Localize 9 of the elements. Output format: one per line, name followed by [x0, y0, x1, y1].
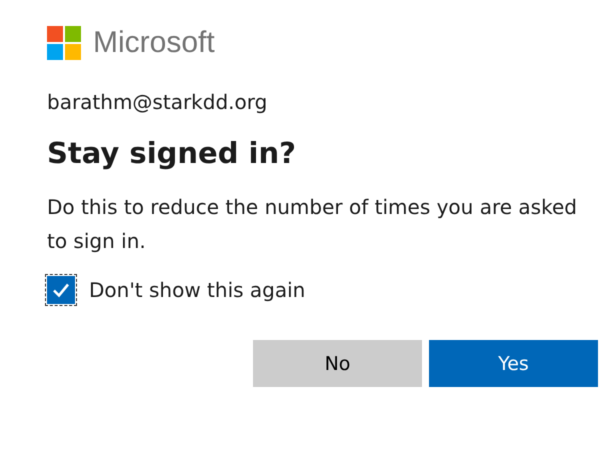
logo-icon — [47, 26, 81, 60]
description-text: Do this to reduce the number of times you are asked to sign in. — [47, 194, 578, 255]
account-email: barathm@starkdd.org — [47, 90, 268, 114]
checkbox-label: Don't show this again — [89, 278, 306, 302]
decline-button[interactable]: No — [253, 340, 422, 387]
checkbox[interactable] — [47, 276, 75, 304]
brand-name: Microsoft — [93, 26, 215, 60]
confirm-button[interactable]: Yes — [429, 340, 598, 387]
dialog-title: Stay signed in? — [47, 136, 297, 170]
